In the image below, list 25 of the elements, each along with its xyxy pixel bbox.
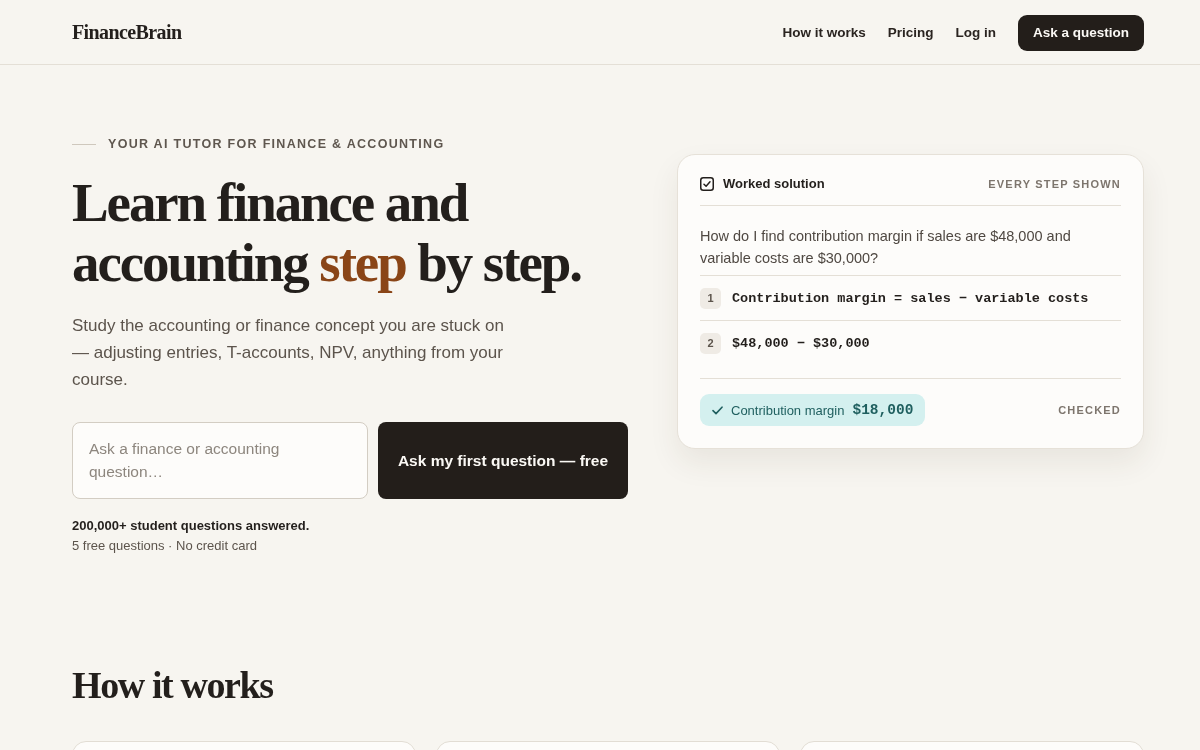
- question-input[interactable]: Ask a finance or accounting question…: [72, 422, 368, 499]
- step-number: 1: [700, 287, 721, 309]
- card-title: Worked solution: [723, 176, 825, 191]
- question-text: How do I find contribution margin if sales are $48,000 and variable costs are $30,000?: [700, 227, 1072, 268]
- card-tag: EVERY STEP SHOWN: [988, 177, 1121, 190]
- ask-question-button[interactable]: Ask a question: [1017, 14, 1144, 51]
- nav-link[interactable]: Pricing: [887, 24, 934, 40]
- section-heading: How it works: [72, 663, 274, 707]
- result-value: $18,000: [852, 402, 914, 418]
- nav-link[interactable]: How it works: [782, 24, 866, 40]
- eyebrow-text: YOUR AI TUTOR FOR FINANCE & ACCOUNTING: [108, 137, 445, 151]
- result-label: Contribution margin: [731, 402, 845, 418]
- social-proof-text: 200,000+ student questions answered.: [72, 517, 311, 535]
- status-text: CHECKED: [1058, 404, 1121, 416]
- step-number: 2: [700, 332, 721, 354]
- pricing-note: 5 free questions · No credit card: [72, 537, 258, 555]
- step-formula: Contribution margin = sales − variable costs: [732, 290, 1089, 306]
- hero-description: Study the accounting or finance concept you are stuck on — adjusting entries, T-accounts, NPV, anything from your course.: [72, 315, 505, 391]
- hero-headline: Learn finance and accounting step by step.: [72, 173, 582, 293]
- check-icon: [712, 405, 723, 415]
- step-formula: $48,000 − $30,000: [732, 335, 870, 351]
- nav-link[interactable]: Log in: [955, 24, 996, 40]
- logo[interactable]: FinanceBrain: [72, 20, 182, 44]
- checkbox-icon: [700, 176, 714, 191]
- ask-first-question-button[interactable]: Ask my first question — free: [378, 422, 628, 499]
